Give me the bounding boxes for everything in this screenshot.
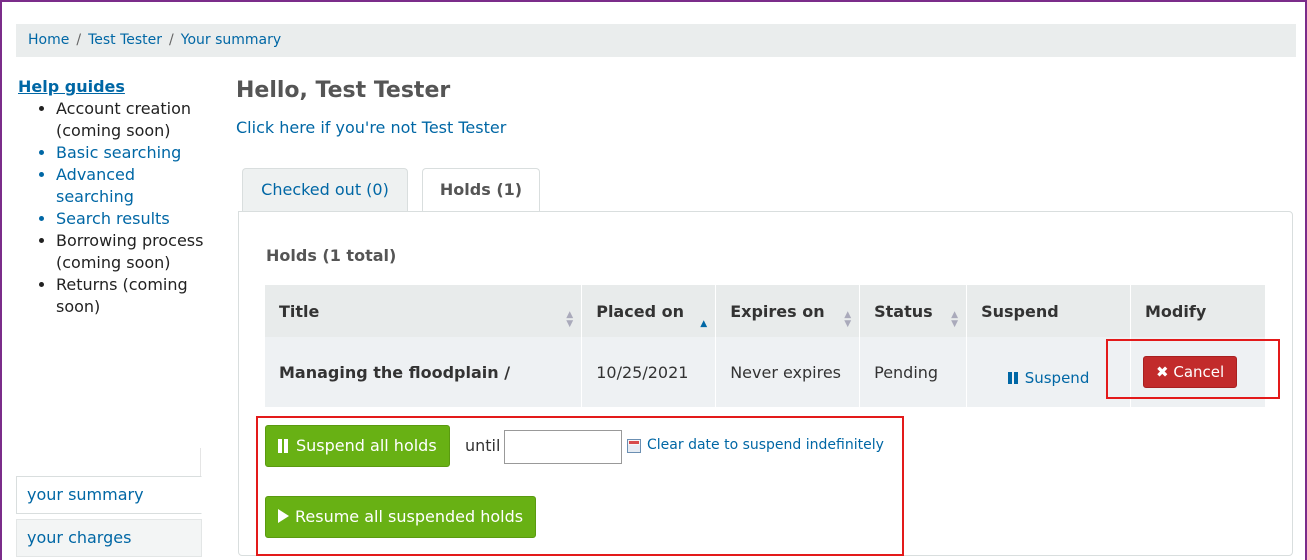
help-guides-heading[interactable]: Help guides — [18, 76, 206, 98]
help-item-borrowing-process: Borrowing process (coming soon) — [56, 230, 206, 274]
hold-title-link[interactable]: Managing the floodplain / — [265, 337, 583, 407]
help-item-search-results[interactable]: Search results — [56, 208, 206, 230]
column-header-status[interactable]: Status ▲ ▼ — [859, 285, 968, 337]
user-menu: your summary your charges — [16, 476, 202, 557]
column-header-status-label: Status — [874, 301, 933, 321]
tab-checked-out[interactable]: Checked out (0) — [242, 168, 408, 212]
tab-holds[interactable]: Holds (1) — [422, 168, 540, 213]
hold-status: Pending — [859, 337, 968, 407]
sort-icon: ▲ ▼ — [566, 310, 574, 329]
play-icon — [278, 509, 289, 523]
cancel-hold-label: Cancel — [1173, 363, 1225, 381]
breadcrumb-home[interactable]: Home — [28, 32, 69, 48]
column-header-title-label: Title — [279, 301, 320, 321]
close-icon: ✖ — [1156, 363, 1169, 381]
holds-table: Title ▲ ▼ Placed on ▲ Expires on ▲ ▼ Status ▲ ▼… — [265, 285, 1266, 407]
column-header-expires-on-label: Expires on — [730, 301, 825, 321]
help-item-returns: Returns (coming soon) — [56, 274, 206, 318]
breadcrumb-current[interactable]: Your summary — [181, 32, 281, 48]
column-header-placed-on-label: Placed on — [596, 301, 684, 321]
menu-item-your-summary[interactable]: your summary — [16, 476, 202, 514]
sort-icon: ▲ ▼ — [951, 310, 959, 329]
modify-cell: ✖ Cancel — [1130, 337, 1266, 407]
until-label: until — [465, 436, 501, 455]
hold-placed-on: 10/25/2021 — [581, 337, 717, 407]
suspend-all-holds-button[interactable]: Suspend all holds — [265, 425, 450, 467]
help-item-basic-searching[interactable]: Basic searching — [56, 142, 206, 164]
breadcrumb-separator: / — [76, 32, 82, 48]
resume-all-label: Resume all suspended holds — [295, 507, 524, 526]
calendar-icon[interactable] — [627, 439, 641, 453]
hold-expires-on: Never expires — [715, 337, 861, 407]
table-header-row: Title ▲ ▼ Placed on ▲ Expires on ▲ ▼ Status ▲ ▼… — [265, 285, 1266, 337]
breadcrumb-separator: / — [169, 32, 174, 48]
holds-heading: Holds (1 total) — [266, 246, 397, 265]
suspend-hold-link[interactable]: Suspend — [1007, 369, 1090, 388]
breadcrumb: Home / Test Tester / Your summary — [16, 24, 1296, 57]
menu-item-your-charges[interactable]: your charges — [16, 519, 202, 557]
help-item-account-creation: Account creation (coming soon) — [56, 98, 206, 142]
column-header-title[interactable]: Title ▲ ▼ — [265, 285, 583, 337]
help-guides-list: Account creation (coming soon) Basic sea… — [16, 98, 206, 318]
column-header-modify: Modify — [1130, 285, 1266, 337]
suspend-until-date-input[interactable] — [504, 430, 622, 464]
sort-ascending-icon: ▲ — [700, 319, 708, 329]
sidebar: Help guides Account creation (coming soo… — [16, 76, 206, 318]
cancel-hold-button[interactable]: ✖ Cancel — [1143, 356, 1238, 388]
page-title: Hello, Test Tester — [236, 78, 451, 103]
breadcrumb-user[interactable]: Test Tester — [88, 32, 162, 48]
suspend-hold-label: Suspend — [1024, 369, 1090, 387]
table-row: Managing the floodplain / 10/25/2021 Nev… — [265, 337, 1266, 407]
pause-icon — [1007, 370, 1020, 388]
pause-icon — [278, 428, 290, 468]
sidebar-divider — [200, 448, 201, 478]
sort-icon: ▲ ▼ — [844, 310, 852, 329]
column-header-expires-on[interactable]: Expires on ▲ ▼ — [715, 285, 861, 337]
suspend-cell: Suspend — [966, 337, 1131, 407]
column-header-suspend: Suspend — [966, 285, 1131, 337]
resume-all-suspended-holds-button[interactable]: Resume all suspended holds — [265, 496, 537, 538]
help-item-advanced-searching[interactable]: Advanced searching — [56, 164, 206, 208]
not-you-link[interactable]: Click here if you're not Test Tester — [236, 118, 506, 137]
suspend-all-holds-label: Suspend all holds — [296, 436, 437, 455]
column-header-placed-on[interactable]: Placed on ▲ — [581, 285, 717, 337]
clear-date-link[interactable]: Clear date to suspend indefinitely — [647, 437, 884, 453]
